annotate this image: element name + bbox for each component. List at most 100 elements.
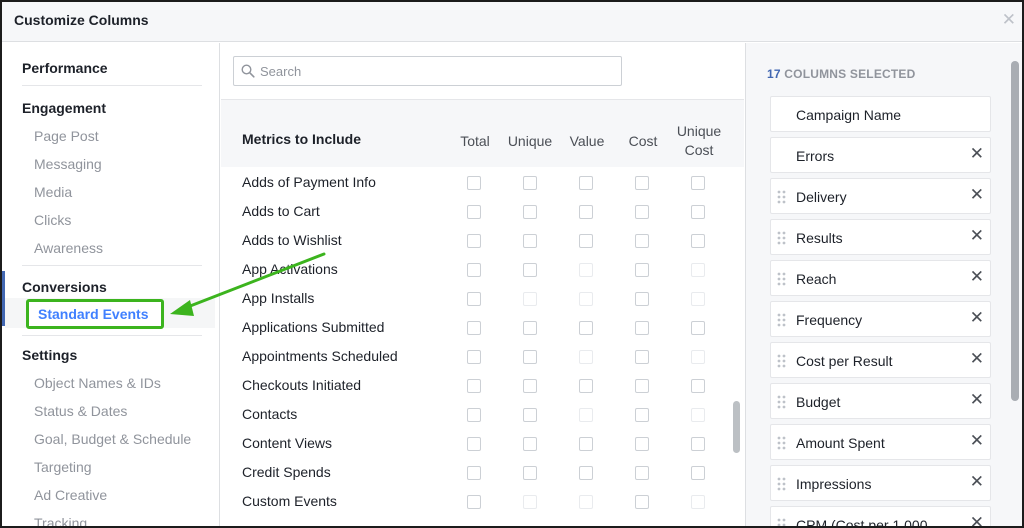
checkbox-value[interactable]: [579, 292, 593, 306]
drag-handle-icon[interactable]: [777, 190, 787, 204]
nav-item-ad-creative[interactable]: Ad Creative: [34, 487, 107, 503]
drag-handle-icon[interactable]: [777, 477, 787, 491]
drag-handle-icon[interactable]: [777, 354, 787, 368]
checkbox-cost[interactable]: [635, 379, 649, 393]
selected-columns-scrollbar[interactable]: [1011, 61, 1019, 401]
checkbox-unique[interactable]: [523, 292, 537, 306]
checkbox-value[interactable]: [579, 437, 593, 451]
selected-column-reach[interactable]: Reach ✕: [770, 260, 991, 296]
checkbox-value[interactable]: [579, 263, 593, 277]
remove-icon[interactable]: ✕: [970, 227, 984, 244]
checkbox-unique-cost[interactable]: [691, 495, 705, 509]
remove-icon[interactable]: ✕: [970, 473, 984, 490]
checkbox-cost[interactable]: [635, 350, 649, 364]
metrics-scrollbar[interactable]: [733, 401, 740, 453]
checkbox-unique[interactable]: [523, 495, 537, 509]
checkbox-value[interactable]: [579, 176, 593, 190]
checkbox-value[interactable]: [579, 234, 593, 248]
checkbox-unique-cost[interactable]: [691, 437, 705, 451]
drag-handle-icon[interactable]: [777, 231, 787, 245]
selected-column-amount-spent[interactable]: Amount Spent ✕: [770, 424, 991, 460]
checkbox-total[interactable]: [467, 321, 481, 335]
remove-icon[interactable]: ✕: [970, 514, 984, 526]
checkbox-value[interactable]: [579, 321, 593, 335]
checkbox-unique-cost[interactable]: [691, 176, 705, 190]
checkbox-cost[interactable]: [635, 205, 649, 219]
checkbox-cost[interactable]: [635, 408, 649, 422]
checkbox-unique-cost[interactable]: [691, 205, 705, 219]
checkbox-unique[interactable]: [523, 437, 537, 451]
checkbox-value[interactable]: [579, 205, 593, 219]
checkbox-cost[interactable]: [635, 234, 649, 248]
search-box[interactable]: [233, 56, 622, 86]
remove-icon[interactable]: ✕: [970, 268, 984, 285]
checkbox-cost[interactable]: [635, 495, 649, 509]
checkbox-cost[interactable]: [635, 437, 649, 451]
nav-group-settings[interactable]: Settings: [22, 347, 77, 363]
nav-item-media[interactable]: Media: [34, 184, 72, 200]
checkbox-unique[interactable]: [523, 176, 537, 190]
nav-item-awareness[interactable]: Awareness: [34, 240, 103, 256]
checkbox-total[interactable]: [467, 408, 481, 422]
checkbox-unique-cost[interactable]: [691, 321, 705, 335]
nav-item-standard-events[interactable]: Standard Events: [26, 299, 164, 329]
checkbox-unique[interactable]: [523, 205, 537, 219]
checkbox-unique-cost[interactable]: [691, 292, 705, 306]
checkbox-value[interactable]: [579, 495, 593, 509]
search-input[interactable]: [260, 61, 610, 81]
nav-item-goal-budget-schedule[interactable]: Goal, Budget & Schedule: [34, 431, 191, 447]
checkbox-cost[interactable]: [635, 466, 649, 480]
checkbox-total[interactable]: [467, 466, 481, 480]
checkbox-total[interactable]: [467, 205, 481, 219]
selected-column-cpm-cost-per-1-000[interactable]: CPM (Cost per 1,000 ✕: [770, 506, 991, 528]
checkbox-value[interactable]: [579, 408, 593, 422]
checkbox-cost[interactable]: [635, 263, 649, 277]
checkbox-unique[interactable]: [523, 408, 537, 422]
nav-item-status-dates[interactable]: Status & Dates: [34, 403, 127, 419]
remove-icon[interactable]: ✕: [970, 432, 984, 449]
close-icon[interactable]: ✕: [1002, 11, 1016, 28]
checkbox-value[interactable]: [579, 379, 593, 393]
selected-column-results[interactable]: Results ✕: [770, 219, 991, 255]
checkbox-unique[interactable]: [523, 321, 537, 335]
checkbox-unique[interactable]: [523, 263, 537, 277]
selected-column-impressions[interactable]: Impressions ✕: [770, 465, 991, 501]
nav-group-engagement[interactable]: Engagement: [22, 100, 106, 116]
checkbox-unique-cost[interactable]: [691, 234, 705, 248]
checkbox-total[interactable]: [467, 263, 481, 277]
checkbox-total[interactable]: [467, 176, 481, 190]
checkbox-unique[interactable]: [523, 234, 537, 248]
nav-item-messaging[interactable]: Messaging: [34, 156, 102, 172]
checkbox-value[interactable]: [579, 350, 593, 364]
nav-item-tracking[interactable]: Tracking: [34, 515, 87, 526]
nav-item-targeting[interactable]: Targeting: [34, 459, 92, 475]
remove-icon[interactable]: ✕: [970, 186, 984, 203]
checkbox-unique-cost[interactable]: [691, 408, 705, 422]
checkbox-unique[interactable]: [523, 466, 537, 480]
nav-item-page-post[interactable]: Page Post: [34, 128, 99, 144]
drag-handle-icon[interactable]: [777, 518, 787, 528]
selected-column-delivery[interactable]: Delivery ✕: [770, 178, 991, 214]
checkbox-cost[interactable]: [635, 321, 649, 335]
checkbox-unique-cost[interactable]: [691, 379, 705, 393]
checkbox-cost[interactable]: [635, 292, 649, 306]
nav-group-conversions[interactable]: Conversions: [22, 279, 107, 295]
checkbox-total[interactable]: [467, 379, 481, 393]
checkbox-total[interactable]: [467, 234, 481, 248]
nav-item-object-names-ids[interactable]: Object Names & IDs: [34, 375, 161, 391]
selected-column-frequency[interactable]: Frequency ✕: [770, 301, 991, 337]
checkbox-total[interactable]: [467, 495, 481, 509]
drag-handle-icon[interactable]: [777, 395, 787, 409]
checkbox-total[interactable]: [467, 350, 481, 364]
checkbox-unique[interactable]: [523, 379, 537, 393]
checkbox-unique-cost[interactable]: [691, 350, 705, 364]
selected-column-campaign-name[interactable]: Campaign Name: [770, 96, 991, 132]
remove-icon[interactable]: ✕: [970, 309, 984, 326]
drag-handle-icon[interactable]: [777, 436, 787, 450]
remove-icon[interactable]: ✕: [970, 391, 984, 408]
checkbox-unique-cost[interactable]: [691, 466, 705, 480]
checkbox-value[interactable]: [579, 466, 593, 480]
selected-column-errors[interactable]: Errors ✕: [770, 137, 991, 173]
nav-group-performance[interactable]: Performance: [22, 60, 108, 76]
checkbox-unique[interactable]: [523, 350, 537, 364]
